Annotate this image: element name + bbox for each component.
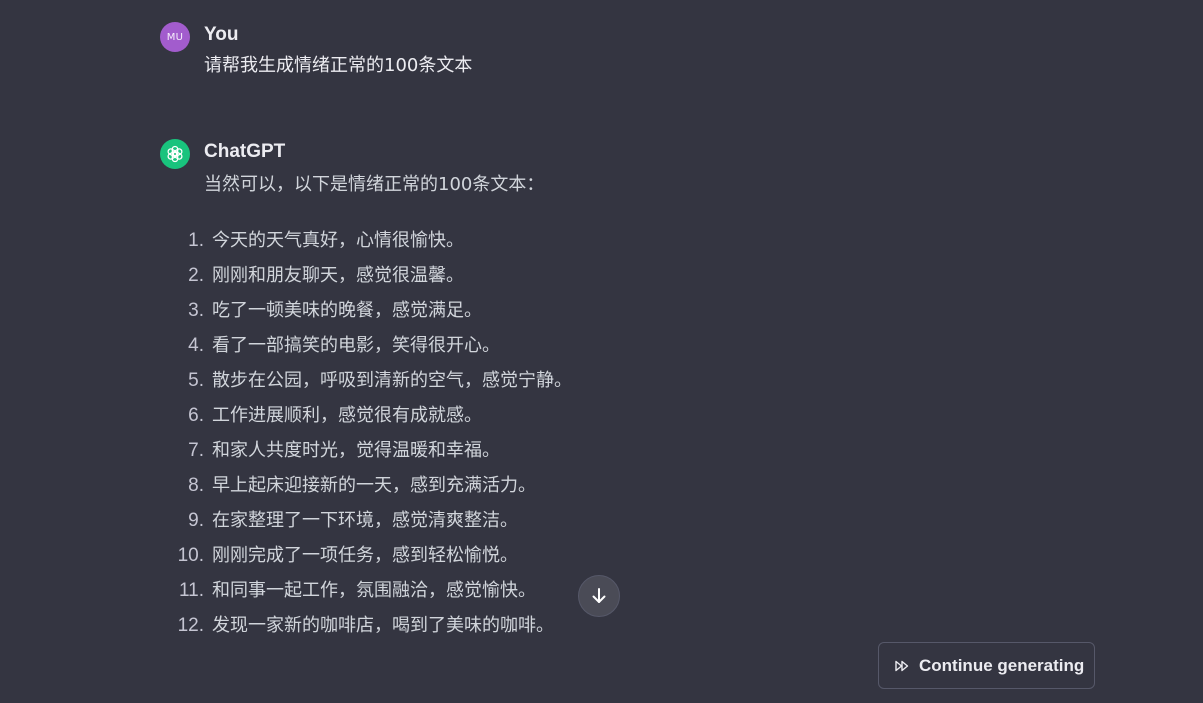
list-item-number: 3. xyxy=(188,300,204,321)
list-item-number: 1. xyxy=(188,230,204,251)
list-item-number: 8. xyxy=(188,475,204,496)
user-avatar-initials: MU xyxy=(166,31,184,43)
list-item-text: 今天的天气真好，心情很愉快。 xyxy=(212,230,464,251)
list-item-text: 看了一部搞笑的电影，笑得很开心。 xyxy=(212,335,500,356)
assistant-intro-text: 当然可以，以下是情绪正常的100条文本： xyxy=(204,174,545,195)
list-item-number: 2. xyxy=(188,265,204,286)
list-item-number: 4. xyxy=(188,335,204,356)
user-author-name: You xyxy=(204,24,239,45)
openai-logo-icon xyxy=(160,139,190,169)
continue-generating-label: Continue generating xyxy=(919,655,1085,675)
scroll-to-bottom-button[interactable] xyxy=(578,575,620,617)
list-item-number: 12. xyxy=(177,615,204,636)
assistant-author-name: ChatGPT xyxy=(204,141,286,162)
chat-page: MU You 请帮我生成情绪正常的100条文本 ChatGPT 当然可以，以下是… xyxy=(0,0,1203,703)
list-item-text: 在家整理了一下环境，感觉清爽整洁。 xyxy=(212,510,518,531)
list-item-number: 5. xyxy=(188,370,204,391)
fast-forward-icon xyxy=(895,660,909,671)
list-item-number: 7. xyxy=(188,440,204,461)
list-item-text: 和同事一起工作，氛围融洽，感觉愉快。 xyxy=(212,580,536,601)
list-item-text: 和家人共度时光，觉得温暖和幸福。 xyxy=(212,440,500,461)
list-item-text: 早上起床迎接新的一天，感到充满活力。 xyxy=(212,475,536,496)
list-item-number: 6. xyxy=(188,405,204,426)
list-item-text: 散步在公园，呼吸到清新的空气，感觉宁静。 xyxy=(212,370,572,391)
list-item-number: 11. xyxy=(178,580,204,601)
list-item-number: 9. xyxy=(188,510,204,531)
list-item-text: 刚刚和朋友聊天，感觉很温馨。 xyxy=(212,265,464,286)
list-item-number: 10. xyxy=(177,545,204,566)
user-message-text: 请帮我生成情绪正常的100条文本 xyxy=(204,55,473,76)
continue-generating-button[interactable]: Continue generating xyxy=(878,642,1095,689)
list-item-text: 工作进展顺利，感觉很有成就感。 xyxy=(212,405,482,426)
user-avatar: MU xyxy=(160,22,190,52)
list-item-text: 发现一家新的咖啡店，喝到了美味的咖啡。 xyxy=(212,615,554,636)
list-item-text: 吃了一顿美味的晚餐，感觉满足。 xyxy=(212,300,482,321)
arrow-down-icon xyxy=(592,588,606,603)
list-item-text: 刚刚完成了一项任务，感到轻松愉悦。 xyxy=(212,545,518,566)
